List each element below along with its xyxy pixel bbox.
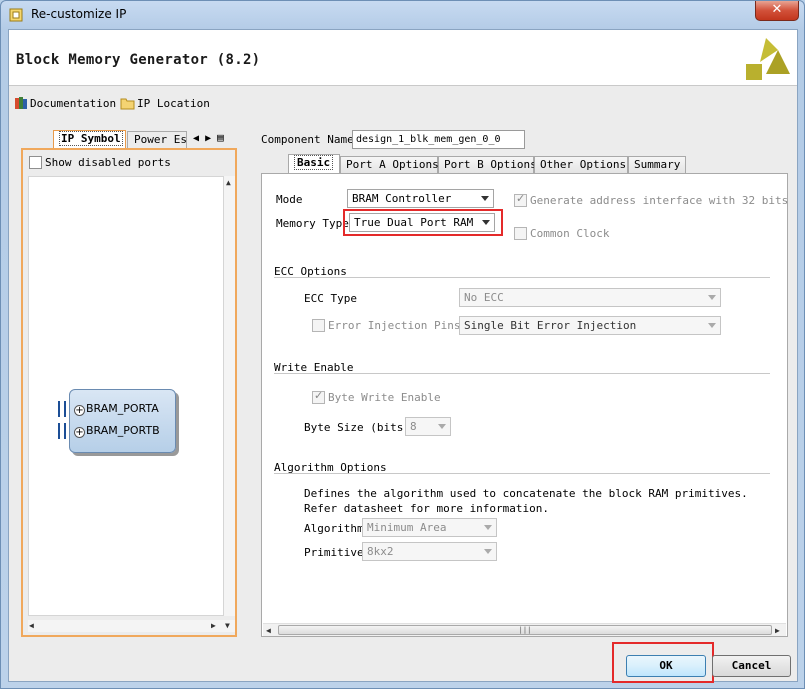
tab-scroll-controls: ◀ ▶ ▤: [193, 131, 224, 144]
port-b-bus-icon: [58, 423, 66, 439]
tab-list-icon[interactable]: ▤: [217, 131, 224, 144]
scroll-right-icon[interactable]: ▶: [211, 621, 216, 630]
xilinx-logo-icon: [746, 38, 790, 80]
close-button[interactable]: ✕: [755, 1, 799, 21]
tab-power-estimation[interactable]: Power Es: [127, 131, 187, 148]
tab-summary[interactable]: Summary: [628, 156, 686, 174]
dialog-body: Block Memory Generator (8.2) Documentati…: [8, 29, 798, 683]
tab-port-a-options[interactable]: Port A Options: [340, 156, 439, 174]
write-enable-section: Write Enable: [274, 361, 770, 374]
chevron-down-icon: [708, 295, 716, 300]
memory-type-label: Memory Type: [276, 217, 349, 230]
expand-plus-icon[interactable]: +: [74, 427, 85, 438]
chevron-down-icon: [708, 323, 716, 328]
page-title: Block Memory Generator (8.2): [16, 52, 261, 68]
app-icon: [9, 8, 23, 22]
basic-tab-content: Mode BRAM Controller Memory Type True Du…: [261, 173, 788, 637]
byte-write-enable-checkbox[interactable]: Byte Write Enable: [312, 389, 441, 404]
vertical-scrollbar[interactable]: ▲: [224, 176, 235, 616]
tab-left-arrow-icon[interactable]: ◀: [193, 133, 199, 144]
checkbox-box[interactable]: [29, 156, 42, 169]
documentation-link[interactable]: Documentation: [14, 96, 116, 110]
port-b[interactable]: + BRAM_PORTB: [74, 424, 160, 438]
component-name-label: Component Name: [261, 133, 354, 146]
common-clock-checkbox[interactable]: Common Clock: [514, 227, 609, 240]
checkbox-box[interactable]: [514, 192, 527, 207]
chevron-down-icon: [484, 525, 492, 530]
scroll-left-icon[interactable]: ◀: [29, 621, 34, 630]
primitive-select[interactable]: 8kx2: [362, 542, 497, 561]
primitive-label: Primitive: [304, 546, 364, 559]
scroll-right-icon[interactable]: ▶: [775, 626, 780, 635]
tab-ip-symbol[interactable]: IP Symbol: [53, 130, 126, 148]
chevron-down-icon: [484, 549, 492, 554]
show-disabled-ports-checkbox[interactable]: Show disabled ports: [29, 156, 171, 169]
header: Block Memory Generator (8.2): [9, 30, 797, 86]
show-disabled-ports-label: Show disabled ports: [45, 156, 171, 169]
ok-button-highlight: [612, 642, 714, 683]
algorithm-description-1: Defines the algorithm used to concatenat…: [304, 487, 748, 500]
algorithm-select[interactable]: Minimum Area: [362, 518, 497, 537]
symbol-canvas[interactable]: + BRAM_PORTA + BRAM_PORTB: [28, 176, 224, 616]
horizontal-scrollbar[interactable]: ◀ ||| ▶: [263, 623, 786, 636]
byte-size-label: Byte Size (bits): [304, 421, 410, 434]
checkbox-box[interactable]: [312, 319, 325, 332]
port-a-bus-icon: [58, 401, 66, 417]
config-tab-strip: Basic Port A Options Port B Options Othe…: [261, 154, 794, 175]
checkbox-box[interactable]: [312, 389, 325, 404]
checkbox-box[interactable]: [514, 227, 527, 240]
ip-symbol-panel: IP Symbol Power Es ◀ ▶ ▤ Show disabled p…: [21, 128, 237, 637]
ip-location-label: IP Location: [137, 97, 210, 110]
memory-type-highlight: [343, 209, 503, 236]
folder-icon: [120, 98, 135, 110]
left-tab-strip: IP Symbol Power Es ◀ ▶ ▤: [21, 128, 237, 148]
horizontal-scrollbar[interactable]: ◀ ▶ ▼: [28, 620, 235, 632]
algorithm-label: Algorithm: [304, 522, 364, 535]
scroll-up-icon[interactable]: ▲: [226, 178, 231, 187]
ecc-options-section: ECC Options: [274, 265, 770, 278]
scrollbar-thumb[interactable]: |||: [278, 625, 772, 635]
scroll-down-icon[interactable]: ▼: [225, 621, 230, 630]
window-title: Re-customize IP: [31, 7, 127, 21]
port-a[interactable]: + BRAM_PORTA: [74, 402, 159, 416]
ip-block-symbol[interactable]: + BRAM_PORTA + BRAM_PORTB: [58, 389, 176, 453]
algorithm-options-section: Algorithm Options: [274, 461, 770, 474]
ip-symbol-view: Show disabled ports + BRAM_PORTA + BRAM_PO…: [21, 148, 237, 637]
chevron-down-icon: [438, 424, 446, 429]
mode-label: Mode: [276, 193, 303, 206]
tab-basic[interactable]: Basic: [288, 154, 340, 175]
ecc-type-label: ECC Type: [304, 292, 357, 305]
expand-plus-icon[interactable]: +: [74, 405, 85, 416]
error-injection-select[interactable]: Single Bit Error Injection: [459, 316, 721, 335]
tab-port-b-options[interactable]: Port B Options: [438, 156, 537, 174]
scroll-left-icon[interactable]: ◀: [266, 626, 271, 635]
tab-right-arrow-icon[interactable]: ▶: [205, 133, 211, 144]
byte-size-select[interactable]: 8: [405, 417, 451, 436]
cancel-button[interactable]: Cancel: [712, 655, 791, 677]
tab-other-options[interactable]: Other Options: [534, 156, 628, 174]
documentation-label: Documentation: [30, 97, 117, 110]
title-bar[interactable]: Re-customize IP ✕: [1, 1, 804, 29]
component-name-input[interactable]: design_1_blk_mem_gen_0_0: [352, 130, 525, 149]
algorithm-description-2: Refer datasheet for more information.: [304, 502, 550, 515]
chevron-down-icon: [481, 196, 489, 201]
mode-select[interactable]: BRAM Controller: [347, 189, 494, 208]
dialog-window: Re-customize IP ✕ Block Memory Generator…: [0, 0, 805, 689]
error-injection-pins-checkbox[interactable]: Error Injection Pins: [312, 319, 460, 332]
ip-location-link[interactable]: IP Location: [120, 96, 210, 110]
generate-address-checkbox[interactable]: Generate address interface with 32 bits: [514, 192, 788, 207]
books-icon: [15, 97, 27, 109]
ecc-type-select[interactable]: No ECC: [459, 288, 721, 307]
